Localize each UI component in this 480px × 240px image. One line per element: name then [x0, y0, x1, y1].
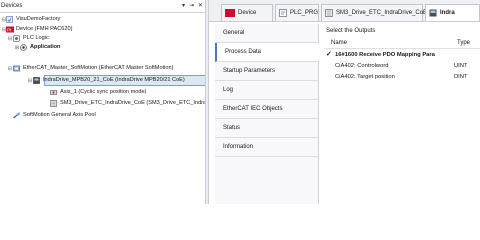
tab-label: PLC_PRG	[290, 10, 319, 16]
drive-module-icon	[50, 100, 57, 107]
application-icon	[20, 44, 27, 51]
pdo-group-label: 16#1600 Receive PDO Mapping Para	[335, 52, 435, 58]
nav-log[interactable]: Log	[215, 81, 319, 100]
tree-item-label: SM3_Drive_ETC_IndraDrive_CoE (SM3_Drive_…	[60, 100, 207, 106]
tree-item-device[interactable]: Pt Device (FMH PAC620)	[6, 25, 73, 34]
tree-item-application[interactable]: Application	[20, 43, 61, 52]
table-header: Name Type	[324, 38, 480, 49]
pdo-entry-name: CiA402: Target position	[335, 74, 395, 80]
tab-label: Device	[238, 10, 257, 16]
table-row[interactable]: CiA402: Controlword UINT	[326, 61, 480, 72]
tree-item-label: IndraDrive_MPB20_21_CoE (IndraDrive MPB2…	[43, 77, 185, 83]
tab-label: SM3_Drive_ETC_IndraDrive_CoE	[336, 10, 428, 16]
program-tab-icon	[279, 9, 287, 17]
column-header-type[interactable]: Type	[457, 40, 470, 46]
nav-startup-parameters[interactable]: Startup Parameters	[215, 62, 319, 81]
device-tab-icon	[225, 9, 235, 17]
nav-information[interactable]: Information	[215, 138, 319, 157]
drive-icon	[33, 77, 40, 84]
nav-status[interactable]: Status	[215, 119, 319, 138]
tree-item-label: SoftMotion General Axis Pool	[23, 112, 96, 118]
checkbox-checked-icon[interactable]: ✓	[326, 51, 333, 58]
plc-logic-icon	[13, 35, 20, 42]
tree-item-label: Device (FMH PAC620)	[16, 26, 73, 32]
tree-item-sm3-drive[interactable]: SM3_Drive_ETC_IndraDrive_CoE (SM3_Drive_…	[50, 99, 207, 108]
pdo-group-row[interactable]: ✓ 16#1600 Receive PDO Mapping Para	[326, 50, 480, 61]
tree-item-label: EtherCAT_Master_SoftMotion (EtherCAT Mas…	[23, 65, 174, 71]
auto-hide-icon[interactable]: ⇥	[188, 3, 195, 10]
process-data-panel: Select the Outputs Name Type ✓ 16#1600 R…	[320, 24, 480, 204]
tree-item-label: Application	[30, 44, 61, 50]
tree-item-indradrive[interactable]: IndraDrive_MPB20_21_CoE (IndraDrive MPB2…	[33, 76, 186, 85]
drive-tab-icon	[325, 9, 333, 17]
drive-tab-icon	[429, 9, 437, 17]
pdo-entry-name: CiA402: Controlword	[335, 63, 389, 69]
column-header-name[interactable]: Name	[331, 40, 347, 46]
svg-text:Pt: Pt	[7, 28, 12, 33]
nav-ethercat-iec-objects[interactable]: EtherCAT IEC Objects	[215, 100, 319, 119]
tree-item-ethercat-master[interactable]: EtherCAT_Master_SoftMotion (EtherCAT Mas…	[13, 64, 174, 73]
ethercat-master-icon	[13, 65, 20, 72]
axis-pool-icon	[13, 112, 20, 119]
panel-splitter[interactable]	[205, 0, 209, 204]
tree-item-label: Axis_1 (Cyclic sync position mode)	[60, 89, 147, 95]
editor-tab-strip: Device PLC_PRG SM3_Drive_ETC_IndraDrive_…	[209, 0, 480, 22]
nav-process-data[interactable]: Process Data	[215, 43, 319, 62]
close-panel-icon[interactable]: ✕	[197, 3, 204, 10]
axis-icon	[50, 89, 57, 96]
config-nav: General Process Data Startup Parameters …	[215, 24, 319, 204]
section-title: Select the Outputs	[326, 28, 376, 34]
table-row[interactable]: CiA402: Target position DINT	[326, 72, 480, 83]
nav-general[interactable]: General	[215, 24, 319, 43]
tree-item-label: VisuDemoFactory	[16, 16, 61, 22]
tab-plc-prg[interactable]: PLC_PRG	[275, 4, 319, 21]
tree-item-project[interactable]: VisuDemoFactory	[6, 15, 61, 24]
tree-item-plc-logic[interactable]: PLC Logic	[13, 34, 50, 43]
tab-sm3-drive[interactable]: SM3_Drive_ETC_IndraDrive_CoE ✕	[321, 4, 435, 21]
pdo-entry-type: DINT	[454, 74, 468, 80]
pin-dropdown-icon[interactable]: ▾	[180, 3, 187, 10]
tab-label: Indra	[440, 10, 455, 16]
device-icon: Pt	[6, 26, 14, 33]
tab-indradrive[interactable]: Indra	[425, 4, 480, 21]
tab-device[interactable]: Device	[221, 4, 273, 21]
pdo-entry-type: UINT	[454, 63, 468, 69]
project-icon	[6, 16, 13, 23]
devices-panel-title: Devices	[1, 3, 23, 9]
devices-panel-header: Devices ▾ ⇥ ✕	[0, 0, 205, 13]
tree-item-axis[interactable]: Axis_1 (Cyclic sync position mode)	[50, 88, 147, 97]
tree-item-label: PLC Logic	[23, 35, 49, 41]
devices-panel: Devices ▾ ⇥ ✕ ⊟ VisuDemoFactory ⊟ Pt Dev…	[0, 0, 207, 204]
tree-item-axis-pool[interactable]: SoftMotion General Axis Pool	[13, 111, 97, 120]
